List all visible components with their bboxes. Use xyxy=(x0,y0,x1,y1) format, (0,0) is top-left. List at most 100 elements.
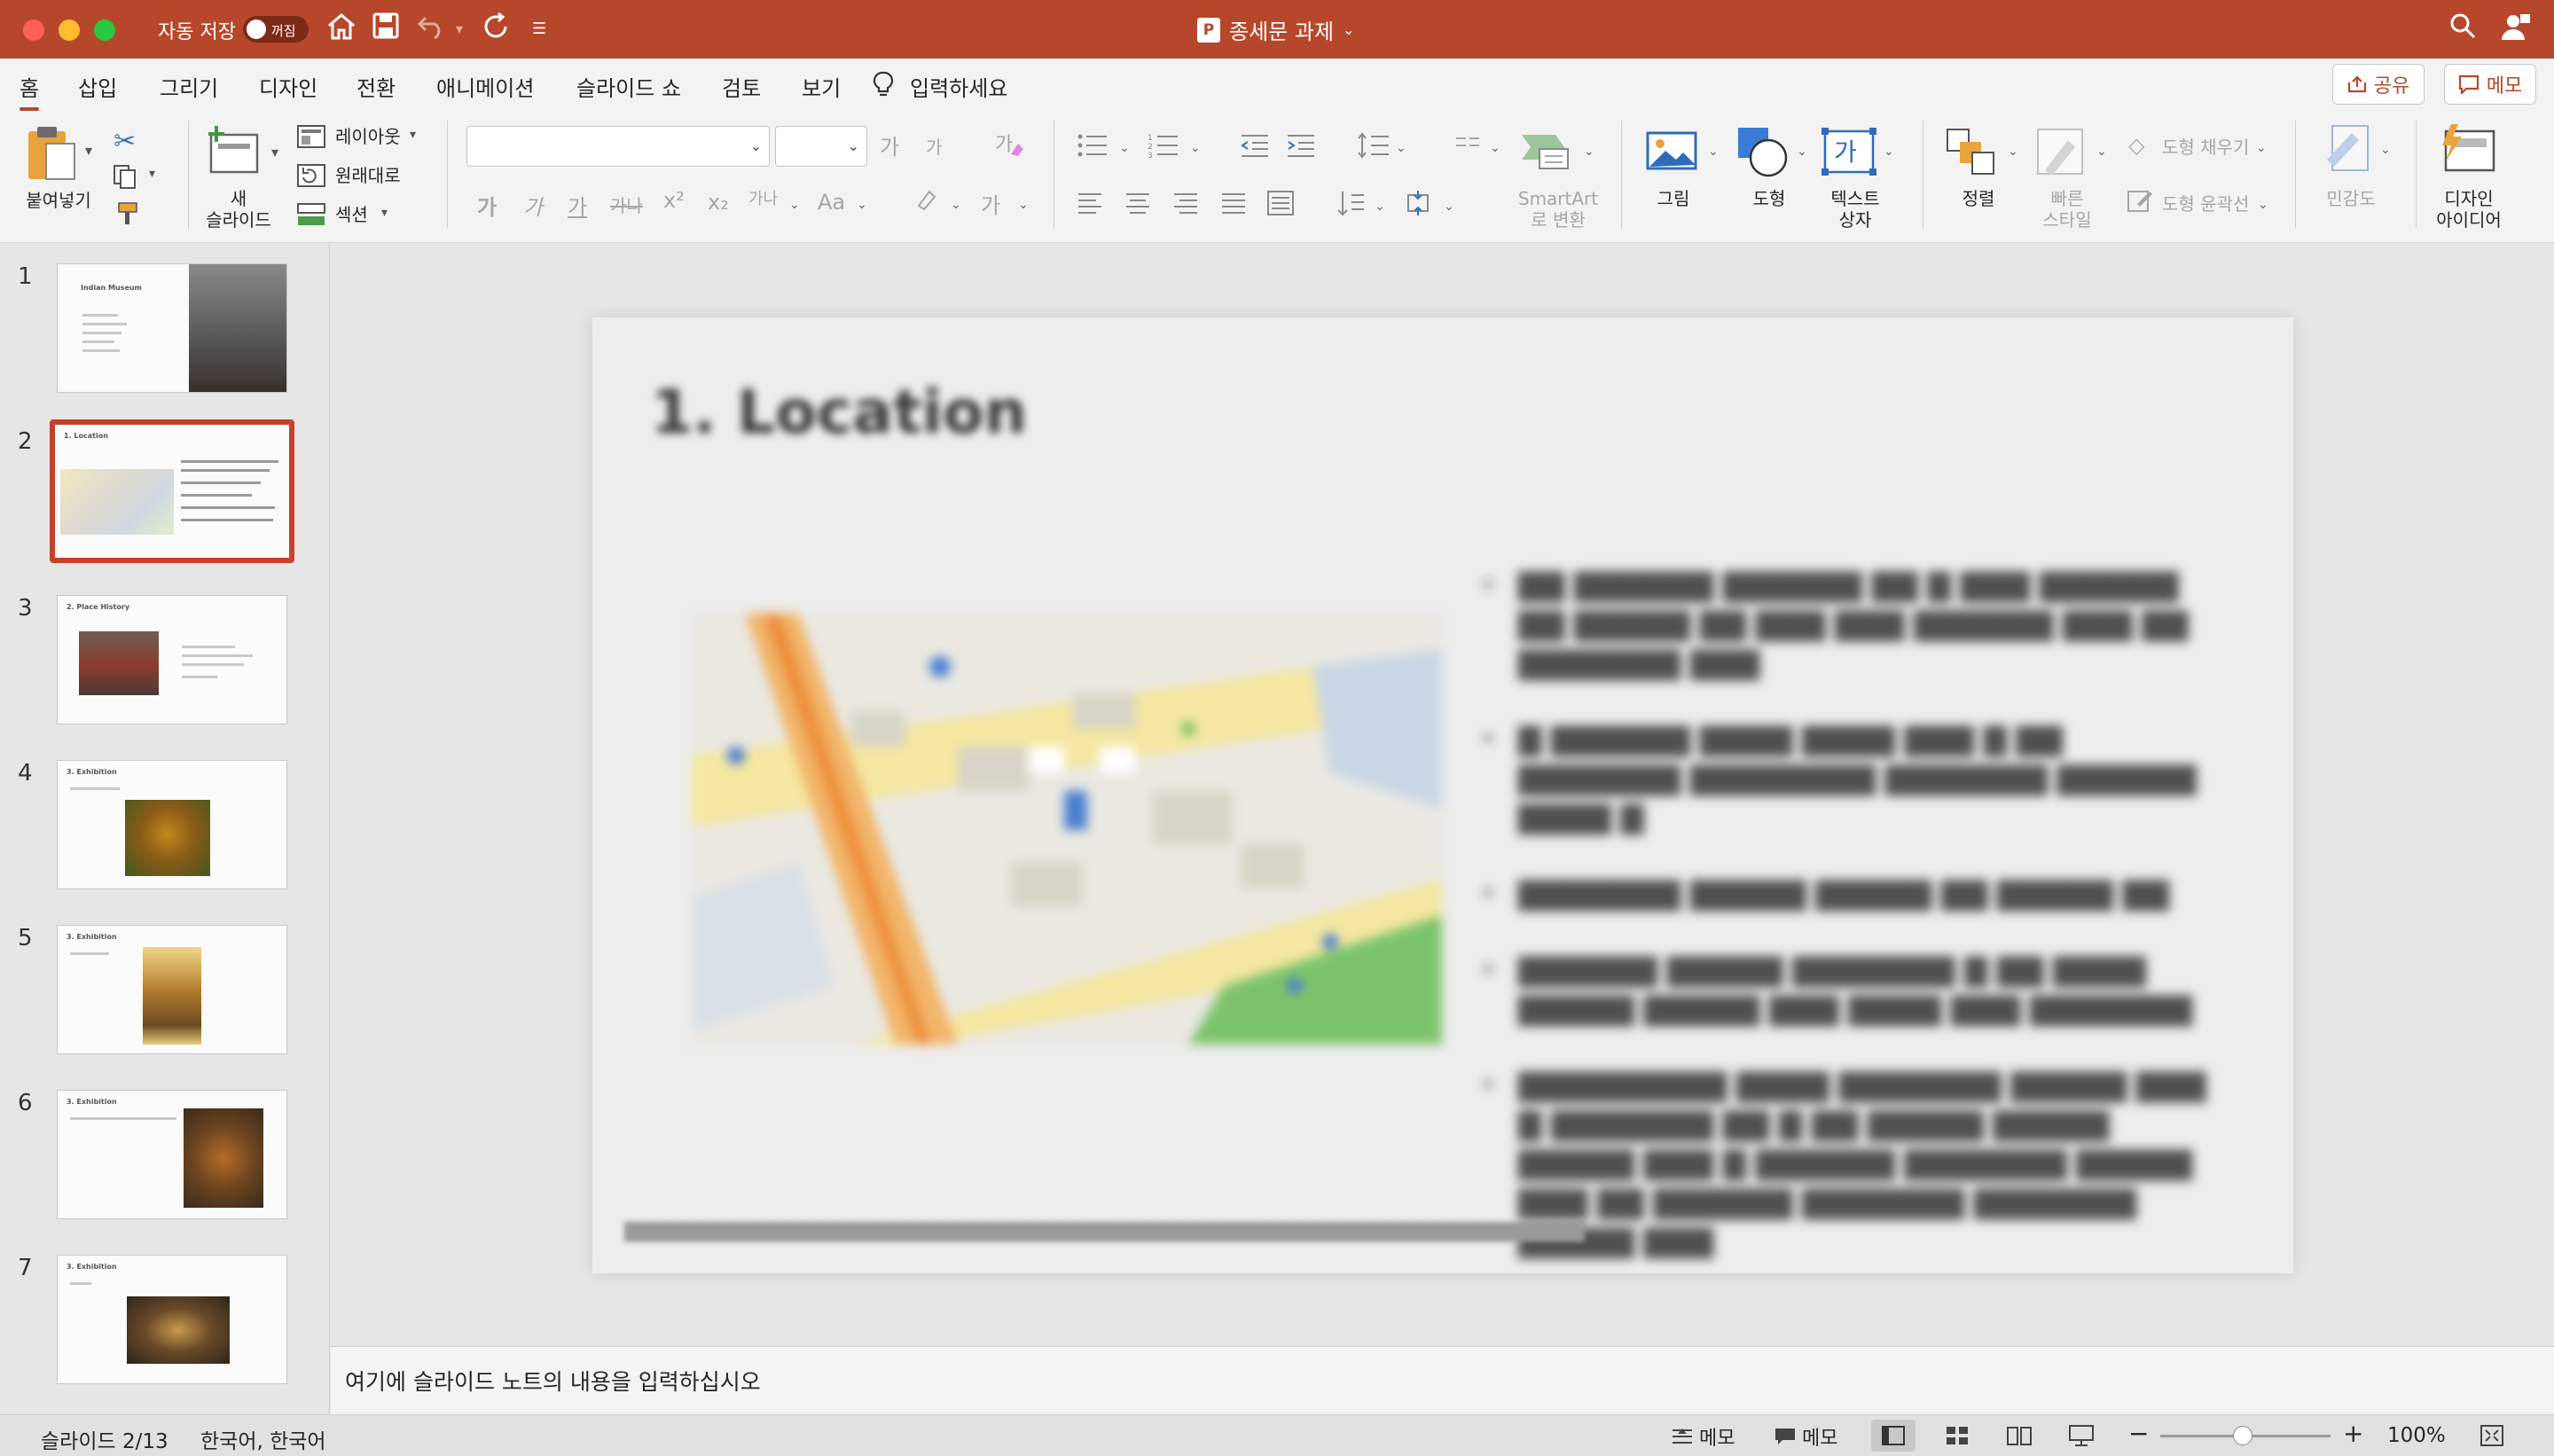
tell-me-input[interactable]: 입력하세요 xyxy=(910,71,1007,102)
comments-button[interactable]: 메모 xyxy=(2444,64,2536,105)
highlighter-icon[interactable] xyxy=(913,186,940,216)
chevron-down-icon[interactable]: ⌄ xyxy=(1119,138,1130,155)
reading-view-button[interactable] xyxy=(1997,1420,2041,1452)
subscript-button[interactable]: x₂ xyxy=(708,190,729,215)
slide-thumbnail-7[interactable]: 3. Exhibition xyxy=(57,1255,287,1384)
chevron-down-icon[interactable]: ⌄ xyxy=(951,195,961,212)
fit-to-window-button[interactable] xyxy=(2480,1424,2504,1451)
chevron-down-icon[interactable]: ⌄ xyxy=(857,195,867,212)
autosave-toggle[interactable]: 꺼짐 xyxy=(243,16,309,43)
tab-slideshow[interactable]: 슬라이드 쇼 xyxy=(576,71,681,102)
tab-draw[interactable]: 그리기 xyxy=(160,71,218,102)
customize-toolbar-icon[interactable]: ☰ xyxy=(532,12,546,46)
chevron-down-icon[interactable]: ⌄ xyxy=(2258,195,2268,212)
text-direction-icon[interactable] xyxy=(1336,190,1366,220)
decrease-font-size-button[interactable]: 가 xyxy=(926,133,942,159)
slideshow-view-button[interactable] xyxy=(2059,1420,2104,1452)
slide-thumbnail-6[interactable]: 3. Exhibition xyxy=(57,1090,287,1219)
chevron-down-icon[interactable]: ⌄ xyxy=(1018,195,1029,212)
line-spacing-icon[interactable] xyxy=(1357,131,1391,163)
font-color-button[interactable]: 가 xyxy=(981,188,1000,219)
chevron-down-icon[interactable]: ⌄ xyxy=(2256,138,2267,155)
notes-pane[interactable]: 여기에 슬라이드 노트의 내용을 입력하십시오 xyxy=(331,1346,2554,1414)
zoom-slider-thumb[interactable] xyxy=(2233,1426,2252,1445)
align-right-icon[interactable] xyxy=(1172,192,1199,218)
home-icon[interactable] xyxy=(326,12,356,48)
chevron-down-icon[interactable]: ⌄ xyxy=(1490,138,1500,155)
cut-icon[interactable]: ✂ xyxy=(114,126,136,157)
italic-button[interactable]: 가 xyxy=(523,190,543,221)
slide-map-image[interactable] xyxy=(692,614,1442,1045)
arrange-icon[interactable] xyxy=(1946,128,1997,179)
font-family-select[interactable]: ⌄ xyxy=(466,126,770,167)
new-slide-button[interactable] xyxy=(206,124,262,179)
quick-styles-icon[interactable] xyxy=(2036,128,2088,183)
tab-review[interactable]: 검토 xyxy=(722,71,761,102)
tab-view[interactable]: 보기 xyxy=(802,71,841,102)
chevron-down-icon[interactable]: ⌄ xyxy=(1375,197,1385,214)
current-slide[interactable]: 1. Location ▇▇ ▇▇▇▇▇▇ ▇ xyxy=(592,317,2293,1273)
redo-icon[interactable] xyxy=(482,12,511,48)
chevron-down-icon[interactable]: ⌄ xyxy=(2008,142,2018,159)
slide-thumbnail-5[interactable]: 3. Exhibition xyxy=(57,925,287,1054)
share-button[interactable]: 공유 xyxy=(2332,64,2425,105)
textbox-icon[interactable]: 가 xyxy=(1821,128,1876,179)
slide-thumbnail-panel[interactable]: 1 Indian Museum 2 1. Location 3 2. Place… xyxy=(0,244,330,1414)
slide-source-link[interactable]: ▇▇▇▇▇▇▇▇▇▇▇▇▇▇▇▇▇▇▇▇▇▇▇▇▇▇▇▇▇▇▇▇▇▇▇▇▇▇▇▇… xyxy=(624,1220,1585,1242)
chevron-down-icon[interactable]: ⌄ xyxy=(1797,142,1807,159)
slide-thumbnail-4[interactable]: 3. Exhibition xyxy=(57,760,287,889)
notes-placeholder[interactable]: 여기에 슬라이드 노트의 내용을 입력하십시오 xyxy=(345,1365,761,1397)
underline-button[interactable]: 가 xyxy=(568,190,587,221)
convert-to-smartart-icon[interactable] xyxy=(1520,129,1575,176)
increase-font-size-button[interactable]: 가 xyxy=(880,129,899,160)
superscript-button[interactable]: x² xyxy=(663,188,685,213)
layout-button[interactable]: 레이아웃 xyxy=(335,126,401,147)
increase-indent-icon[interactable] xyxy=(1286,133,1316,161)
paste-dropdown-icon[interactable]: ▾ xyxy=(85,142,92,159)
account-icon[interactable] xyxy=(2501,12,2531,48)
section-button[interactable]: 섹션 xyxy=(335,204,368,225)
zoom-level[interactable]: 100% xyxy=(2387,1424,2446,1447)
normal-view-button[interactable] xyxy=(1871,1420,1916,1452)
justify-icon[interactable] xyxy=(1220,192,1247,218)
strikethrough-button[interactable]: 가나 xyxy=(610,192,643,217)
clear-formatting-icon[interactable]: 가 xyxy=(993,129,1025,163)
chevron-down-icon[interactable]: ⌄ xyxy=(1584,142,1594,159)
tab-transitions[interactable]: 전환 xyxy=(356,71,396,102)
format-painter-icon[interactable] xyxy=(114,200,140,231)
shape-icon[interactable] xyxy=(1736,126,1790,181)
slide-thumbnail-1[interactable]: Indian Museum xyxy=(57,263,287,393)
zoom-in-button[interactable]: + xyxy=(2343,1419,2363,1448)
slide-thumbnail-2[interactable]: 1. Location xyxy=(50,419,294,563)
undo-icon[interactable] xyxy=(417,12,447,46)
maximize-window-button[interactable] xyxy=(94,20,115,41)
paste-button[interactable] xyxy=(25,124,82,186)
align-center-icon[interactable] xyxy=(1124,192,1151,218)
bullets-icon[interactable] xyxy=(1077,133,1109,161)
zoom-out-button[interactable]: − xyxy=(2128,1419,2149,1448)
minimize-window-button[interactable] xyxy=(59,20,80,41)
chevron-down-icon[interactable]: ⌄ xyxy=(1884,142,1894,159)
tab-design[interactable]: 디자인 xyxy=(259,71,317,102)
slide-bullet-list[interactable]: ▇▇ ▇▇▇▇▇▇ ▇▇▇▇▇▇ ▇▇ ▇ ▇▇▇ ▇▇▇▇▇▇ ▇▇ ▇▇▇▇… xyxy=(1479,566,2206,1298)
search-icon[interactable] xyxy=(2449,12,2476,46)
slide-thumbnail-3[interactable]: 2. Place History xyxy=(57,595,287,724)
slide-sorter-view-button[interactable] xyxy=(1935,1420,1979,1452)
bold-button[interactable]: 가 xyxy=(477,190,497,221)
shape-fill-button[interactable]: 도형 채우기 xyxy=(2162,137,2249,158)
tab-animations[interactable]: 애니메이션 xyxy=(436,71,534,102)
columns-icon[interactable] xyxy=(1454,135,1481,160)
comments-toggle-button[interactable]: 메모 xyxy=(1774,1422,1837,1451)
save-icon[interactable] xyxy=(372,12,399,46)
tab-home[interactable]: 홈 xyxy=(20,71,40,111)
chevron-down-icon[interactable]: ⌄ xyxy=(1190,138,1201,155)
chevron-down-icon[interactable]: ⌄ xyxy=(1444,197,1454,214)
slide-title[interactable]: 1. Location xyxy=(651,378,1027,448)
numbering-icon[interactable]: 123 xyxy=(1148,133,1179,161)
layout-dropdown-icon[interactable]: ▾ xyxy=(410,128,416,142)
copy-icon[interactable] xyxy=(112,163,138,193)
sensitivity-icon[interactable] xyxy=(2325,124,2373,179)
language-indicator[interactable]: 한국어, 한국어 xyxy=(200,1424,326,1454)
decrease-indent-icon[interactable] xyxy=(1240,133,1270,161)
chevron-down-icon[interactable]: ⌄ xyxy=(1708,142,1719,159)
